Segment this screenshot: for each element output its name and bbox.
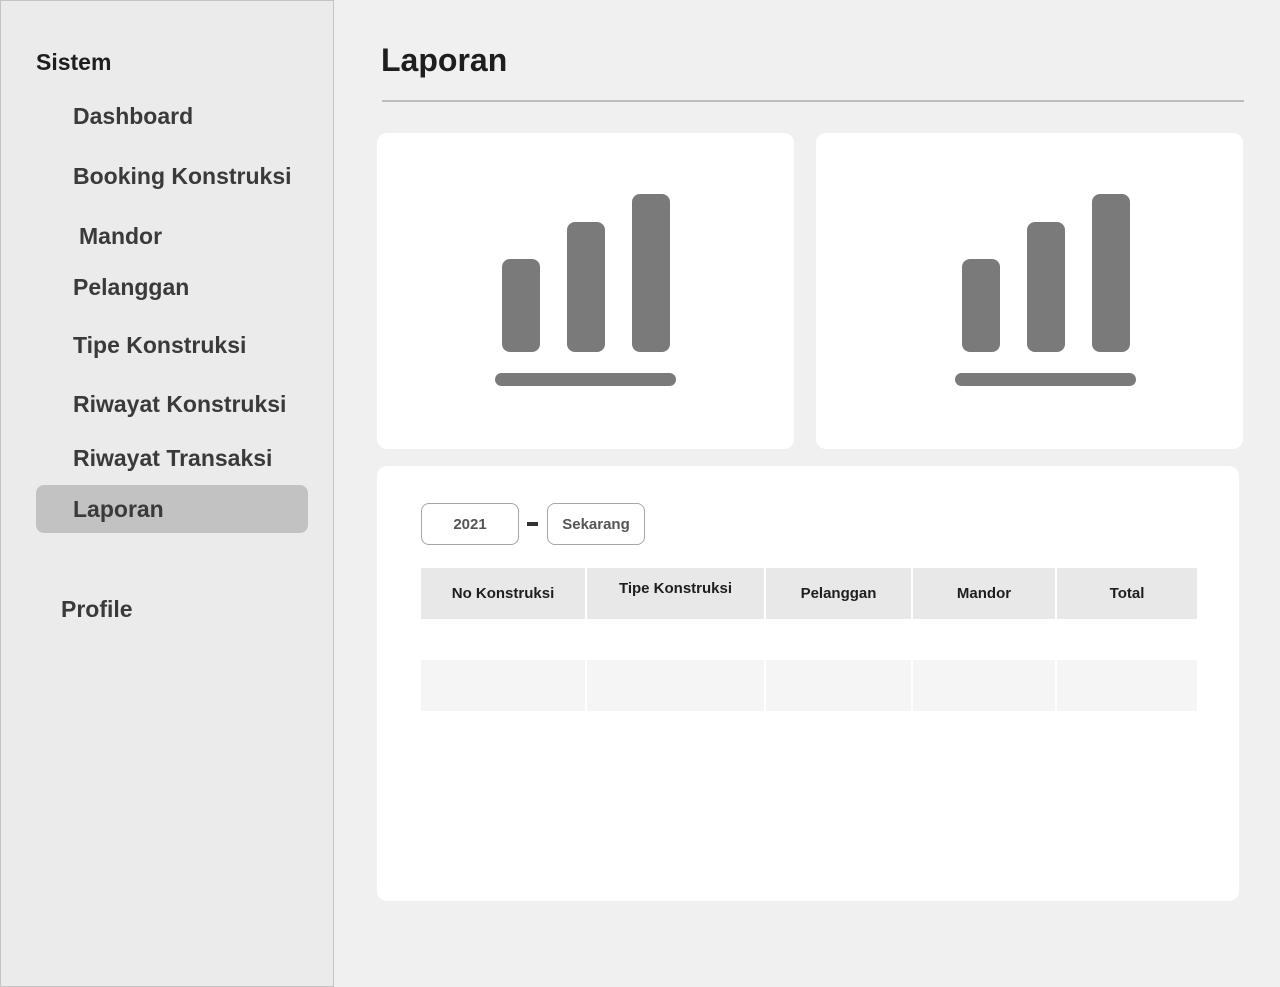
sidebar-item-riwayat-transaksi[interactable]: Riwayat Transaksi bbox=[73, 445, 272, 472]
range-separator bbox=[527, 522, 538, 526]
page-title: Laporan bbox=[381, 42, 508, 78]
sidebar-item-profile[interactable]: Profile bbox=[61, 596, 133, 623]
sidebar-item-dashboard[interactable]: Dashboard bbox=[73, 103, 193, 130]
bar-chart-icon bbox=[495, 194, 676, 386]
chart-card-right[interactable] bbox=[816, 133, 1243, 449]
title-divider bbox=[382, 100, 1244, 102]
sidebar-title: Sistem bbox=[36, 49, 112, 75]
column-header-no-konstruksi[interactable]: No Konstruksi bbox=[421, 568, 585, 619]
year-to-input[interactable]: Sekarang bbox=[547, 503, 645, 545]
table-cell bbox=[587, 660, 764, 711]
year-from-input[interactable]: 2021 bbox=[421, 503, 519, 545]
table-cell bbox=[421, 660, 585, 711]
sidebar-item-pelanggan[interactable]: Pelanggan bbox=[73, 274, 189, 301]
sidebar-item-riwayat-konstruksi[interactable]: Riwayat Konstruksi bbox=[73, 391, 286, 418]
sidebar-item-mandor[interactable]: Mandor bbox=[79, 223, 162, 250]
column-header-tipe-konstruksi[interactable]: Tipe Konstruksi bbox=[587, 568, 764, 619]
sidebar-item-tipe-konstruksi[interactable]: Tipe Konstruksi bbox=[73, 332, 246, 359]
sidebar-item-booking-konstruksi[interactable]: Booking Konstruksi bbox=[73, 163, 292, 190]
column-header-pelanggan[interactable]: Pelanggan bbox=[766, 568, 911, 619]
chart-card-left[interactable] bbox=[377, 133, 794, 449]
column-header-total[interactable]: Total bbox=[1057, 568, 1197, 619]
bar-chart-icon bbox=[955, 194, 1136, 386]
sidebar: Sistem Dashboard Booking Konstruksi Mand… bbox=[0, 0, 334, 987]
table-cell bbox=[913, 660, 1055, 711]
sidebar-item-laporan[interactable]: Laporan bbox=[73, 496, 164, 523]
table-cell bbox=[766, 660, 911, 711]
column-header-mandor[interactable]: Mandor bbox=[913, 568, 1055, 619]
table-cell bbox=[1057, 660, 1197, 711]
